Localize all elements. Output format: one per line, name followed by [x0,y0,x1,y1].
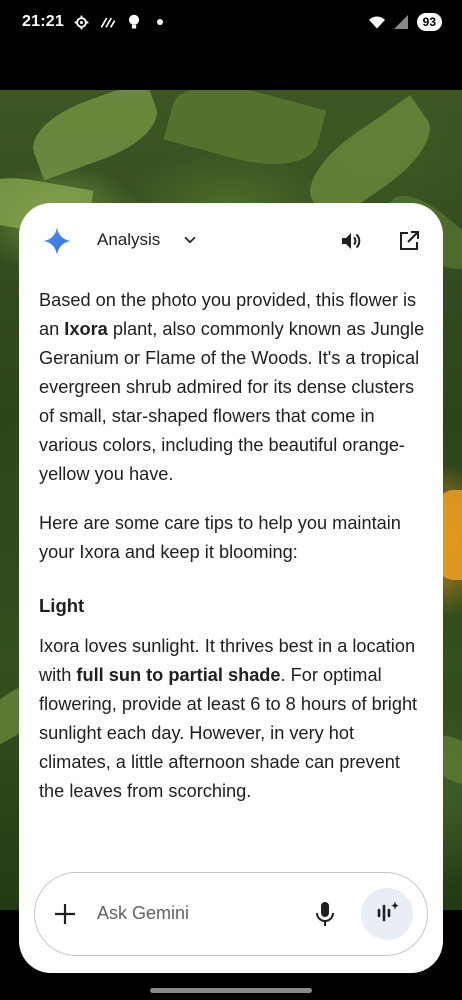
open-external-icon[interactable] [397,229,421,253]
ask-gemini-input[interactable]: Ask Gemini [97,903,189,924]
gesture-handle[interactable] [150,988,312,993]
live-icon [374,899,400,930]
gemini-sparkle-icon [41,225,73,257]
ask-gemini-input-bar[interactable]: Ask Gemini [34,872,428,956]
speaker-icon[interactable] [339,229,363,253]
plant-name: Ixora [64,319,108,339]
live-button[interactable] [361,888,413,940]
dot-icon [152,14,168,30]
status-bar: 21:21 93 [0,0,462,44]
chevron-down-icon[interactable] [181,231,199,249]
signal-icon [393,14,409,30]
status-time: 21:21 [22,13,64,30]
battery-level: 93 [416,13,442,31]
response-content: Based on the photo you provided, this fl… [39,286,425,826]
plus-icon[interactable] [53,902,77,926]
mic-icon[interactable] [313,901,337,927]
gemini-response-card: Analysis Based on the photo you provided… [19,203,443,973]
hotspot-icon [100,14,116,30]
section-heading-light: Light [39,595,85,616]
emphasis-text: full sun to partial shade [76,665,281,685]
wifi-icon [368,14,385,30]
mode-label[interactable]: Analysis [97,230,160,250]
card-header: Analysis [19,203,443,279]
response-paragraph: Ixora loves sunlight. It thrives best in… [39,636,418,801]
response-paragraph: Based on the photo you provided, this fl… [39,290,425,484]
gear-icon [74,14,90,30]
response-paragraph: Here are some care tips to help you main… [39,513,401,562]
bulb-icon [126,14,142,30]
